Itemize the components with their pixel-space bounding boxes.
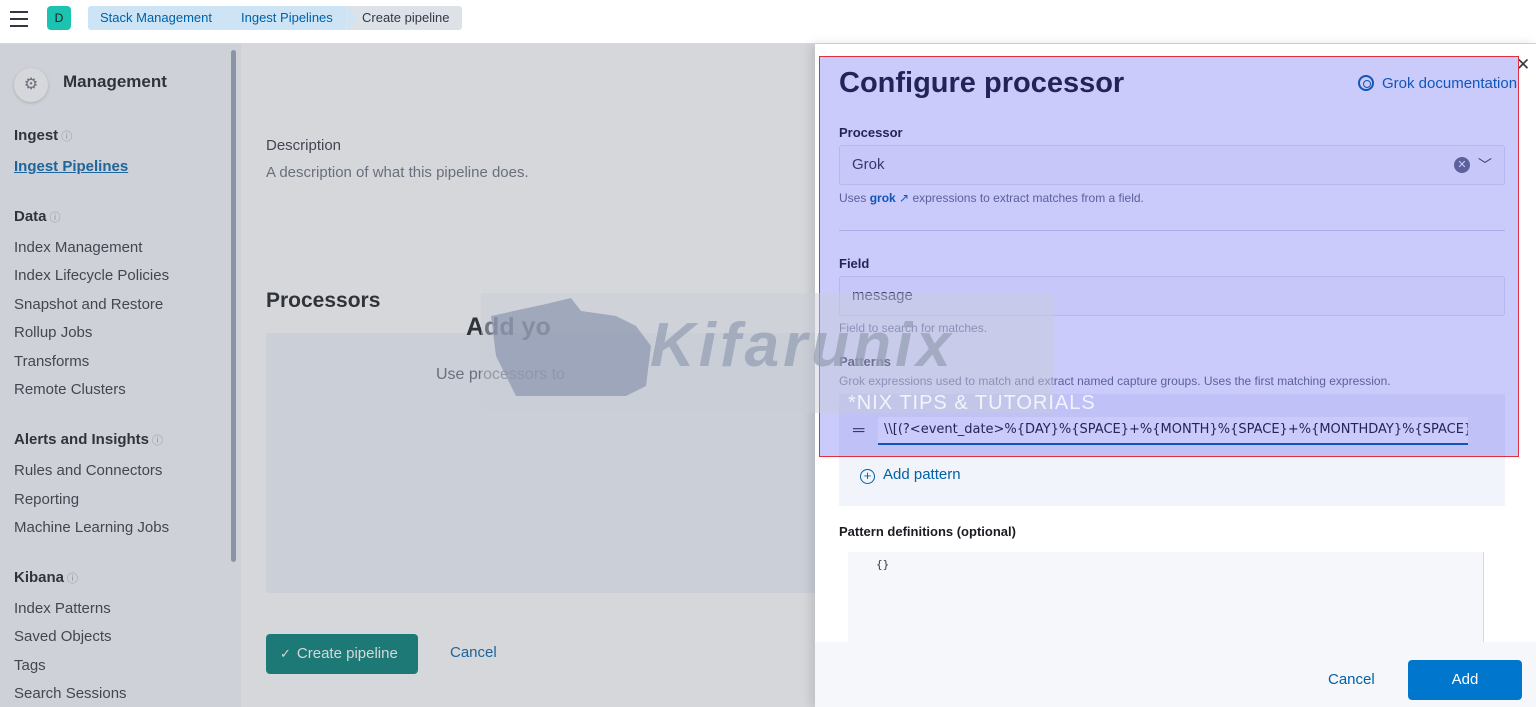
pattern-definitions-label: Pattern definitions (optional) [839,524,1016,539]
divider [839,230,1505,231]
breadcrumb-create-pipeline: Create pipeline [346,6,462,30]
grok-documentation-link[interactable]: Grok documentation [1358,75,1517,92]
plus-icon: + [860,469,875,484]
close-icon[interactable]: ✕ [1516,55,1530,75]
add-pattern-label: Add pattern [883,466,961,483]
chevron-down-icon[interactable]: ﹀ [1478,146,1492,184]
field-label: Field [839,256,870,271]
drag-handle-icon[interactable]: ═ [853,422,864,440]
grok-link[interactable]: grok [870,191,896,205]
watermark-tagline: *NIX TIPS & TUTORIALS [848,392,1096,414]
processor-help: Uses grok ↗ expressions to extract match… [839,191,1144,205]
rhino-logo-icon [491,298,651,396]
breadcrumb-ingest-pipelines[interactable]: Ingest Pipelines [226,6,356,30]
processor-label: Processor [839,125,903,140]
add-pattern-button[interactable]: + Add pattern [860,466,961,484]
help-prefix: Uses [839,191,867,205]
flyout-title: Configure processor [839,67,1125,99]
help-icon [1358,75,1374,91]
pattern-input[interactable]: \\[(?<event_date>%{DAY}%{SPACE}+%{MONTH}… [878,417,1468,445]
processor-value: Grok [852,156,885,173]
watermark-brand: Kifarunix [650,311,955,380]
external-link-icon: ↗ [899,191,910,205]
breadcrumb-stack-management[interactable]: Stack Management [88,6,234,30]
space-avatar[interactable]: D [47,6,71,30]
flyout-cancel-button[interactable]: Cancel [1328,671,1375,688]
doc-link-label: Grok documentation [1382,75,1518,92]
clear-icon[interactable]: ✕ [1454,157,1470,173]
top-header: D Stack Management Ingest Pipelines Crea… [0,0,1536,44]
help-suffix: expressions to extract matches from a fi… [912,191,1144,205]
add-button[interactable]: Add [1408,660,1522,700]
menu-icon[interactable] [10,11,28,27]
processor-select[interactable]: Grok ✕ ﹀ [839,145,1505,185]
pattern-definitions-editor[interactable]: {} [848,552,1484,642]
